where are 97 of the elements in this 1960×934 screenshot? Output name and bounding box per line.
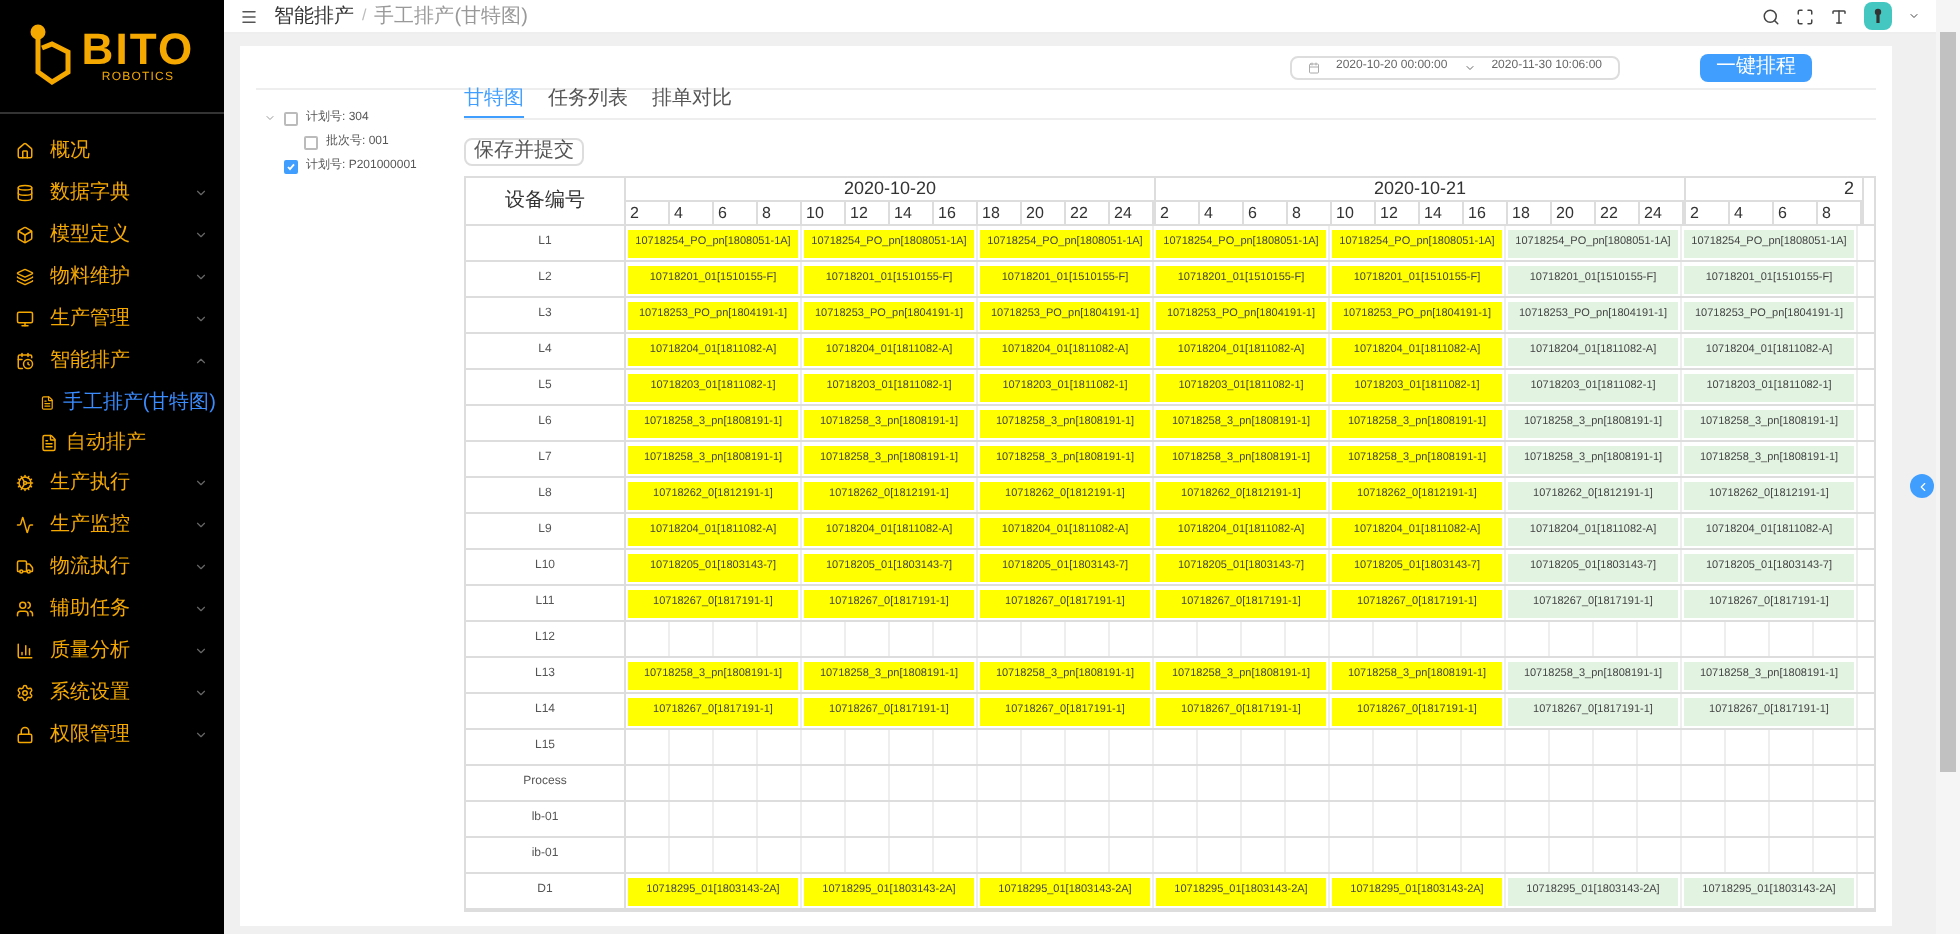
save-button[interactable]: 保存并提交 bbox=[464, 138, 584, 166]
day-header: 2020-10-21 bbox=[1156, 178, 1684, 202]
nav-icon bbox=[16, 268, 34, 286]
nav-icon bbox=[16, 310, 34, 328]
nav-icon bbox=[16, 600, 34, 618]
nav-icon bbox=[16, 726, 34, 744]
hour-header: 6 bbox=[1774, 202, 1818, 224]
nav-item[interactable]: 辅助任务 bbox=[0, 588, 224, 630]
hour-header: 10 bbox=[802, 202, 846, 224]
hour-header: 12 bbox=[846, 202, 890, 224]
chevron-icon bbox=[194, 602, 208, 616]
day-header: 2 bbox=[1686, 178, 1862, 202]
check-icon bbox=[286, 161, 296, 171]
hour-header: 12 bbox=[1376, 202, 1420, 224]
hour-header: 4 bbox=[670, 202, 714, 224]
hour-header: 2 bbox=[1686, 202, 1730, 224]
chevron-icon bbox=[194, 728, 208, 742]
nav-item[interactable]: 生产执行 bbox=[0, 462, 224, 504]
hour-header: 20 bbox=[1022, 202, 1066, 224]
caret-icon[interactable] bbox=[1908, 10, 1920, 22]
checkbox[interactable] bbox=[304, 135, 318, 149]
chevron-icon bbox=[194, 476, 208, 490]
nav-item[interactable]: 权限管理 bbox=[0, 714, 224, 756]
hour-header: 16 bbox=[1464, 202, 1508, 224]
scrollbar[interactable] bbox=[1936, 0, 1960, 934]
breadcrumb-item: 手工排产(甘特图) bbox=[374, 3, 528, 31]
nav-item[interactable]: 概况 bbox=[0, 130, 224, 172]
hour-header: 4 bbox=[1200, 202, 1244, 224]
hour-header: 14 bbox=[1420, 202, 1464, 224]
nav-icon bbox=[16, 184, 34, 202]
chevron-icon bbox=[194, 228, 208, 242]
font-size-icon[interactable] bbox=[1830, 7, 1848, 25]
chevron-icon bbox=[194, 644, 208, 658]
chevron-icon bbox=[194, 312, 208, 326]
hour-header: 4 bbox=[1730, 202, 1774, 224]
hour-header: 24 bbox=[1640, 202, 1684, 224]
hour-header: 18 bbox=[978, 202, 1022, 224]
nav-item[interactable]: 模型定义 bbox=[0, 214, 224, 256]
tab[interactable]: 任务列表 bbox=[548, 84, 628, 118]
day-header: 2020-10-20 bbox=[626, 178, 1154, 202]
collapse-handle[interactable] bbox=[1910, 474, 1934, 498]
nav-icon bbox=[40, 433, 58, 451]
logo-icon bbox=[29, 24, 74, 88]
checkbox[interactable] bbox=[284, 159, 298, 173]
nav-icon bbox=[16, 516, 34, 534]
hour-header: 24 bbox=[1110, 202, 1154, 224]
nav-item[interactable]: 生产管理 bbox=[0, 298, 224, 340]
chevron-icon bbox=[1915, 479, 1929, 493]
nav-subitem[interactable]: 手工排产(甘特图) bbox=[0, 382, 224, 422]
hour-header: 6 bbox=[714, 202, 758, 224]
chevron-icon bbox=[194, 686, 208, 700]
hour-header: 22 bbox=[1596, 202, 1640, 224]
nav-item[interactable]: 数据字典 bbox=[0, 172, 224, 214]
breadcrumb-separator: / bbox=[362, 4, 367, 28]
hour-header: 6 bbox=[1244, 202, 1288, 224]
nav-item[interactable]: 质量分析 bbox=[0, 630, 224, 672]
hour-header: 8 bbox=[1818, 202, 1862, 224]
nav-icon bbox=[16, 558, 34, 576]
nav-item[interactable]: 物流执行 bbox=[0, 546, 224, 588]
nav-icon bbox=[16, 684, 34, 702]
hour-header: 16 bbox=[934, 202, 978, 224]
chevron-icon bbox=[194, 518, 208, 532]
hour-header: 10 bbox=[1332, 202, 1376, 224]
tab[interactable]: 排单对比 bbox=[652, 84, 732, 118]
nav-item[interactable]: 智能排产 bbox=[0, 340, 224, 382]
nav-item[interactable]: 物料维护 bbox=[0, 256, 224, 298]
hour-header: 2 bbox=[626, 202, 670, 224]
breadcrumb-item[interactable]: 智能排产 bbox=[274, 1, 354, 31]
nav-icon bbox=[16, 474, 34, 492]
logo-name: BITO bbox=[81, 28, 195, 72]
nav-icon bbox=[16, 352, 34, 370]
scrollbar-thumb[interactable] bbox=[1940, 32, 1956, 772]
nav-subitem[interactable]: 自动排产 bbox=[0, 422, 224, 462]
chevron-icon bbox=[194, 354, 208, 368]
hour-header: 2 bbox=[1156, 202, 1200, 224]
nav-icon bbox=[16, 226, 34, 244]
checkbox[interactable] bbox=[284, 111, 298, 125]
hour-header: 8 bbox=[758, 202, 802, 224]
calendar-icon bbox=[1308, 61, 1320, 73]
search-icon[interactable] bbox=[1762, 7, 1780, 25]
nav-item[interactable]: 生产监控 bbox=[0, 504, 224, 546]
expand-icon[interactable] bbox=[264, 112, 276, 124]
hour-header: 14 bbox=[890, 202, 934, 224]
hour-header: 8 bbox=[1288, 202, 1332, 224]
avatar[interactable] bbox=[1864, 2, 1892, 30]
hour-header: 18 bbox=[1508, 202, 1552, 224]
menu-icon[interactable] bbox=[240, 7, 258, 25]
nav-icon bbox=[40, 393, 55, 411]
fullscreen-icon[interactable] bbox=[1796, 7, 1814, 25]
hour-header: 22 bbox=[1066, 202, 1110, 224]
chevron-icon bbox=[194, 186, 208, 200]
chevron-icon bbox=[194, 560, 208, 574]
nav-icon bbox=[16, 642, 34, 660]
nav-icon bbox=[16, 142, 34, 160]
chevron-icon bbox=[194, 270, 208, 284]
hour-header: 20 bbox=[1552, 202, 1596, 224]
nav-item[interactable]: 系统设置 bbox=[0, 672, 224, 714]
